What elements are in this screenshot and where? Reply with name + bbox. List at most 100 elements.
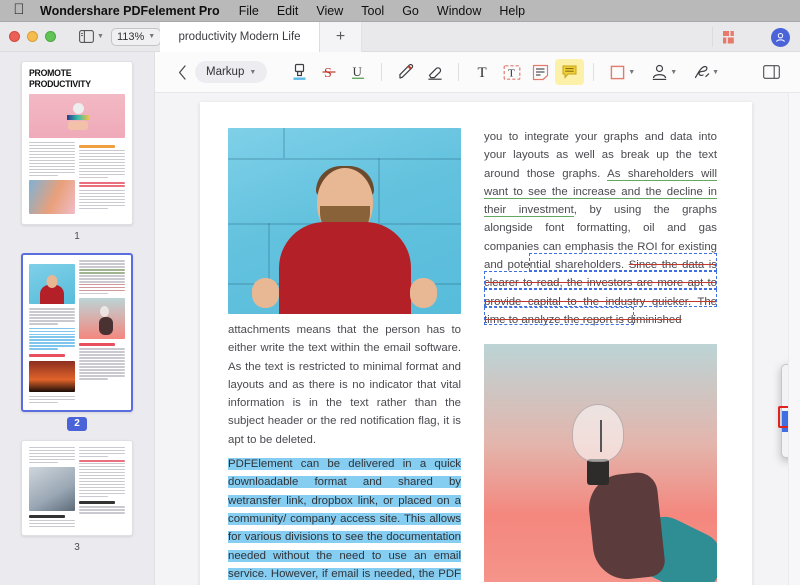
svg-text:T: T <box>477 65 486 81</box>
toolbar-divider <box>381 63 383 81</box>
textbox-tool-button[interactable]: T <box>497 59 526 85</box>
document-viewer: Markup ▼ S U T T ▼ ▼ ▼ attachments means… <box>155 52 800 585</box>
signature-pen-icon <box>694 65 710 78</box>
zoom-level-value: 113% <box>116 30 145 43</box>
chevron-down-icon[interactable]: ▼ <box>628 69 635 76</box>
plus-icon: + <box>335 28 346 45</box>
menu-item-window[interactable]: Window <box>428 4 490 18</box>
toolbar-divider <box>458 63 460 81</box>
app-grid-button[interactable] <box>713 30 747 44</box>
svg-text:S: S <box>324 66 332 81</box>
maximize-window-button[interactable] <box>45 31 56 42</box>
right-panel-toggle-button[interactable] <box>757 59 786 85</box>
sticky-note-icon <box>562 65 577 79</box>
sidebar-toggle-button[interactable]: ▼ <box>76 28 107 45</box>
note-tool-button[interactable] <box>526 59 555 85</box>
thumbnail-page-3[interactable] <box>21 439 133 537</box>
minimize-window-button[interactable] <box>27 31 38 42</box>
photo-celebrating-man <box>228 128 461 314</box>
highlight-tool-button[interactable] <box>285 59 314 85</box>
tab-productivity-modern-life[interactable]: productivity Modern Life <box>160 22 320 52</box>
strikethrough-tool-button[interactable]: S <box>314 59 343 85</box>
underline-tool-button[interactable]: U <box>343 59 372 85</box>
chevron-left-icon <box>178 64 186 80</box>
thumbnail-page-1[interactable]: PROMOTE PRODUCTIVITY <box>21 61 133 226</box>
chevron-down-icon: ▼ <box>97 33 104 40</box>
thumbnail-title: PROMOTE PRODUCTIVITY <box>29 68 91 90</box>
thumbnail-hero-image <box>29 94 125 138</box>
context-menu-item-copy-text[interactable]: Copy Text <box>782 432 788 453</box>
menu-item-tool[interactable]: Tool <box>352 4 393 18</box>
eraser-tool-button[interactable] <box>420 59 449 85</box>
menu-item-file[interactable]: File <box>230 4 268 18</box>
text-box-icon: T <box>503 64 521 80</box>
thumbnail-item-2[interactable]: 2 <box>21 253 133 440</box>
thumbnail-page-number: 3 <box>74 542 80 554</box>
left-paragraph-1: attachments means that the person has to… <box>228 324 461 446</box>
svg-text:T: T <box>508 67 515 79</box>
underline-icon: U <box>351 64 364 80</box>
eraser-icon <box>428 67 442 80</box>
right-panel-icon <box>763 65 780 79</box>
strikethrough-icon: S <box>322 66 336 81</box>
tab-label: productivity Modern Life <box>178 31 301 43</box>
chevron-down-icon: ▼ <box>249 68 257 76</box>
menu-item-edit[interactable]: Edit <box>268 4 308 18</box>
new-tab-button[interactable]: + <box>320 22 362 52</box>
photo-hand-holding-lightbulb <box>484 344 717 583</box>
page-left-column: attachments means that the person has to… <box>228 128 461 585</box>
title-bar-right-controls <box>712 22 800 52</box>
context-menu-item-clear[interactable]: Clear <box>782 411 788 432</box>
tab-strip: productivity Modern Life + <box>160 22 362 52</box>
stamp-icon <box>653 64 667 80</box>
toolbar-divider <box>593 63 595 81</box>
menu-app-name[interactable]: Wondershare PDFelement Pro <box>30 4 230 18</box>
square-shape-icon <box>610 65 625 79</box>
thumbnail-item-3[interactable]: 3 <box>21 439 133 564</box>
grid-icon <box>722 30 734 43</box>
menu-item-help[interactable]: Help <box>490 4 534 18</box>
zoom-level-selector[interactable]: 113% ▼ <box>110 27 162 46</box>
markup-label: Markup <box>206 66 245 78</box>
apple-logo-icon[interactable]:  <box>8 2 30 19</box>
chevron-down-icon[interactable]: ▼ <box>670 69 677 76</box>
sticky-note-tool-button[interactable] <box>555 59 585 85</box>
back-button[interactable] <box>169 64 195 80</box>
pencil-tool-button[interactable] <box>391 59 420 85</box>
window-title-bar: ▼ 113% ▼ productivity Modern Life + <box>0 22 800 52</box>
menu-item-go[interactable]: Go <box>393 4 428 18</box>
highlight-icon <box>293 63 306 80</box>
sidebar-panel-icon <box>79 30 94 43</box>
mac-menu-bar:  Wondershare PDFelement Pro File Edit V… <box>0 0 800 22</box>
chevron-down-icon[interactable]: ▼ <box>712 69 719 76</box>
user-icon <box>776 32 785 42</box>
user-avatar[interactable] <box>771 27 790 47</box>
highlighted-text[interactable]: PDFElement can be delivered in a quick d… <box>228 458 461 585</box>
left-paragraph-2-highlighted[interactable]: PDFElement can be delivered in a quick d… <box>228 455 461 585</box>
page-thumbnails-pane[interactable]: PROMOTE PRODUCTIVITY 1 2 3 <box>0 52 155 585</box>
context-menu-item-color[interactable]: Color... <box>782 369 788 390</box>
thumbnail-page-number: 1 <box>74 231 80 243</box>
context-menu-item-note[interactable]: Note <box>782 390 788 411</box>
document-page-2[interactable]: attachments means that the person has to… <box>200 102 788 585</box>
thumbnail-page-number: 2 <box>67 416 87 431</box>
right-column-text[interactable]: you to integrate your graphs and data in… <box>484 128 717 329</box>
thumbnail-page-2[interactable] <box>21 253 133 412</box>
page-right-column: you to integrate your graphs and data in… <box>484 128 717 585</box>
markup-toolbar: Markup ▼ S U T T ▼ ▼ ▼ <box>155 52 800 93</box>
markup-dropdown[interactable]: Markup ▼ <box>195 61 268 83</box>
window-controls <box>0 31 56 42</box>
text-tool-button[interactable]: T <box>468 59 497 85</box>
svg-text:U: U <box>352 64 362 79</box>
chevron-down-icon: ▼ <box>148 33 156 40</box>
vertical-scrollbar[interactable] <box>788 93 800 585</box>
page-canvas[interactable]: attachments means that the person has to… <box>155 93 788 585</box>
close-window-button[interactable] <box>9 31 20 42</box>
menu-item-view[interactable]: View <box>307 4 352 18</box>
thumbnail-item-1[interactable]: PROMOTE PRODUCTIVITY 1 <box>21 61 133 253</box>
pencil-icon <box>399 63 413 79</box>
app-body: PROMOTE PRODUCTIVITY 1 2 3 Markup ▼ S U … <box>0 52 800 585</box>
annotation-context-menu[interactable]: Color... Note Clear Copy Text <box>781 364 788 458</box>
text-icon: T <box>477 65 486 81</box>
note-icon <box>533 64 549 80</box>
